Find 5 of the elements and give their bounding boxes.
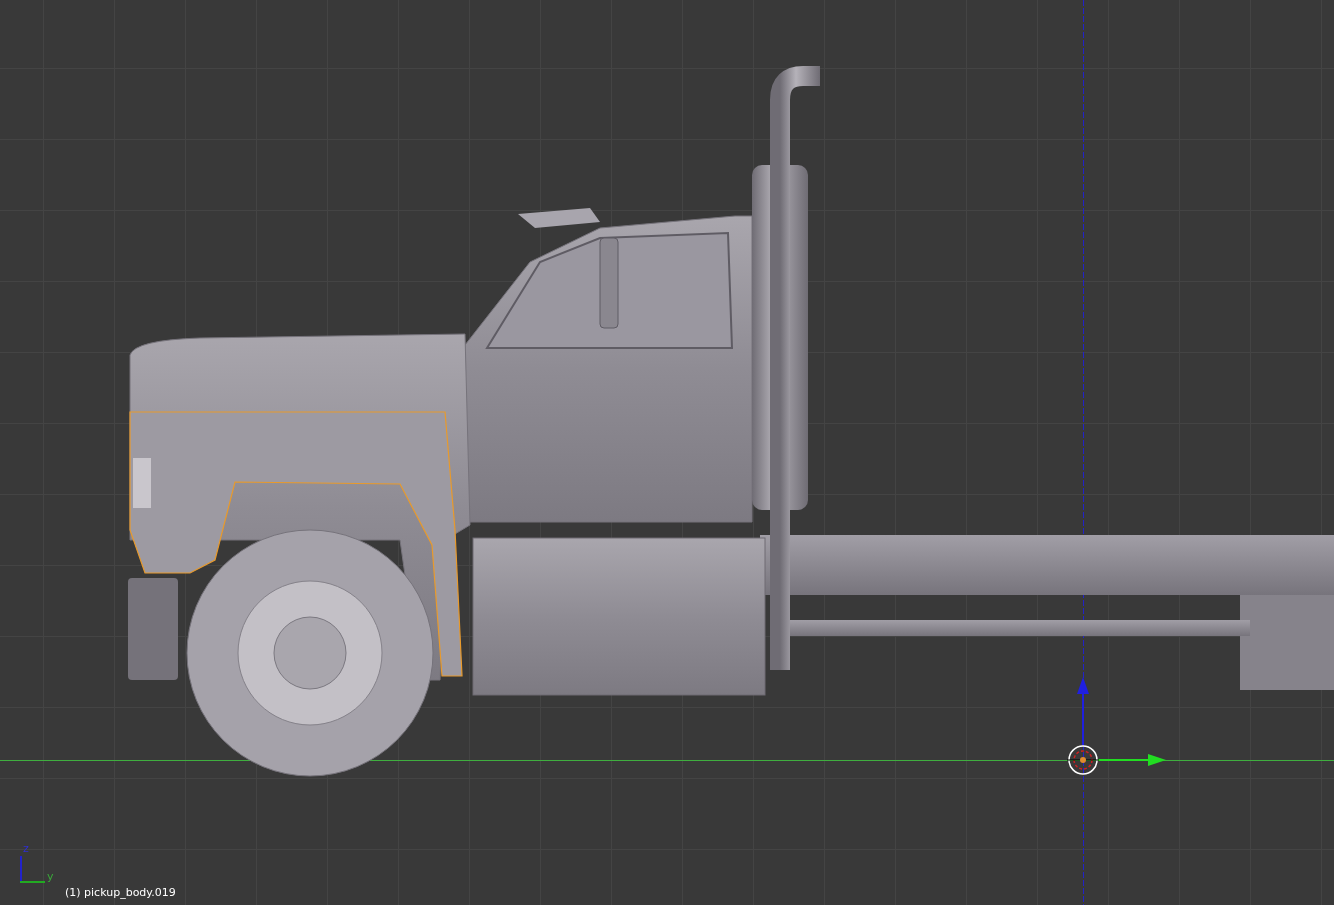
z-axis-label: z [23,843,29,854]
active-object-label: (1) pickup_body.019 [65,887,176,898]
y-axis-label: y [47,871,54,882]
axis-orientation-icon [19,855,46,883]
3d-cursor-icon [1066,745,1100,775]
